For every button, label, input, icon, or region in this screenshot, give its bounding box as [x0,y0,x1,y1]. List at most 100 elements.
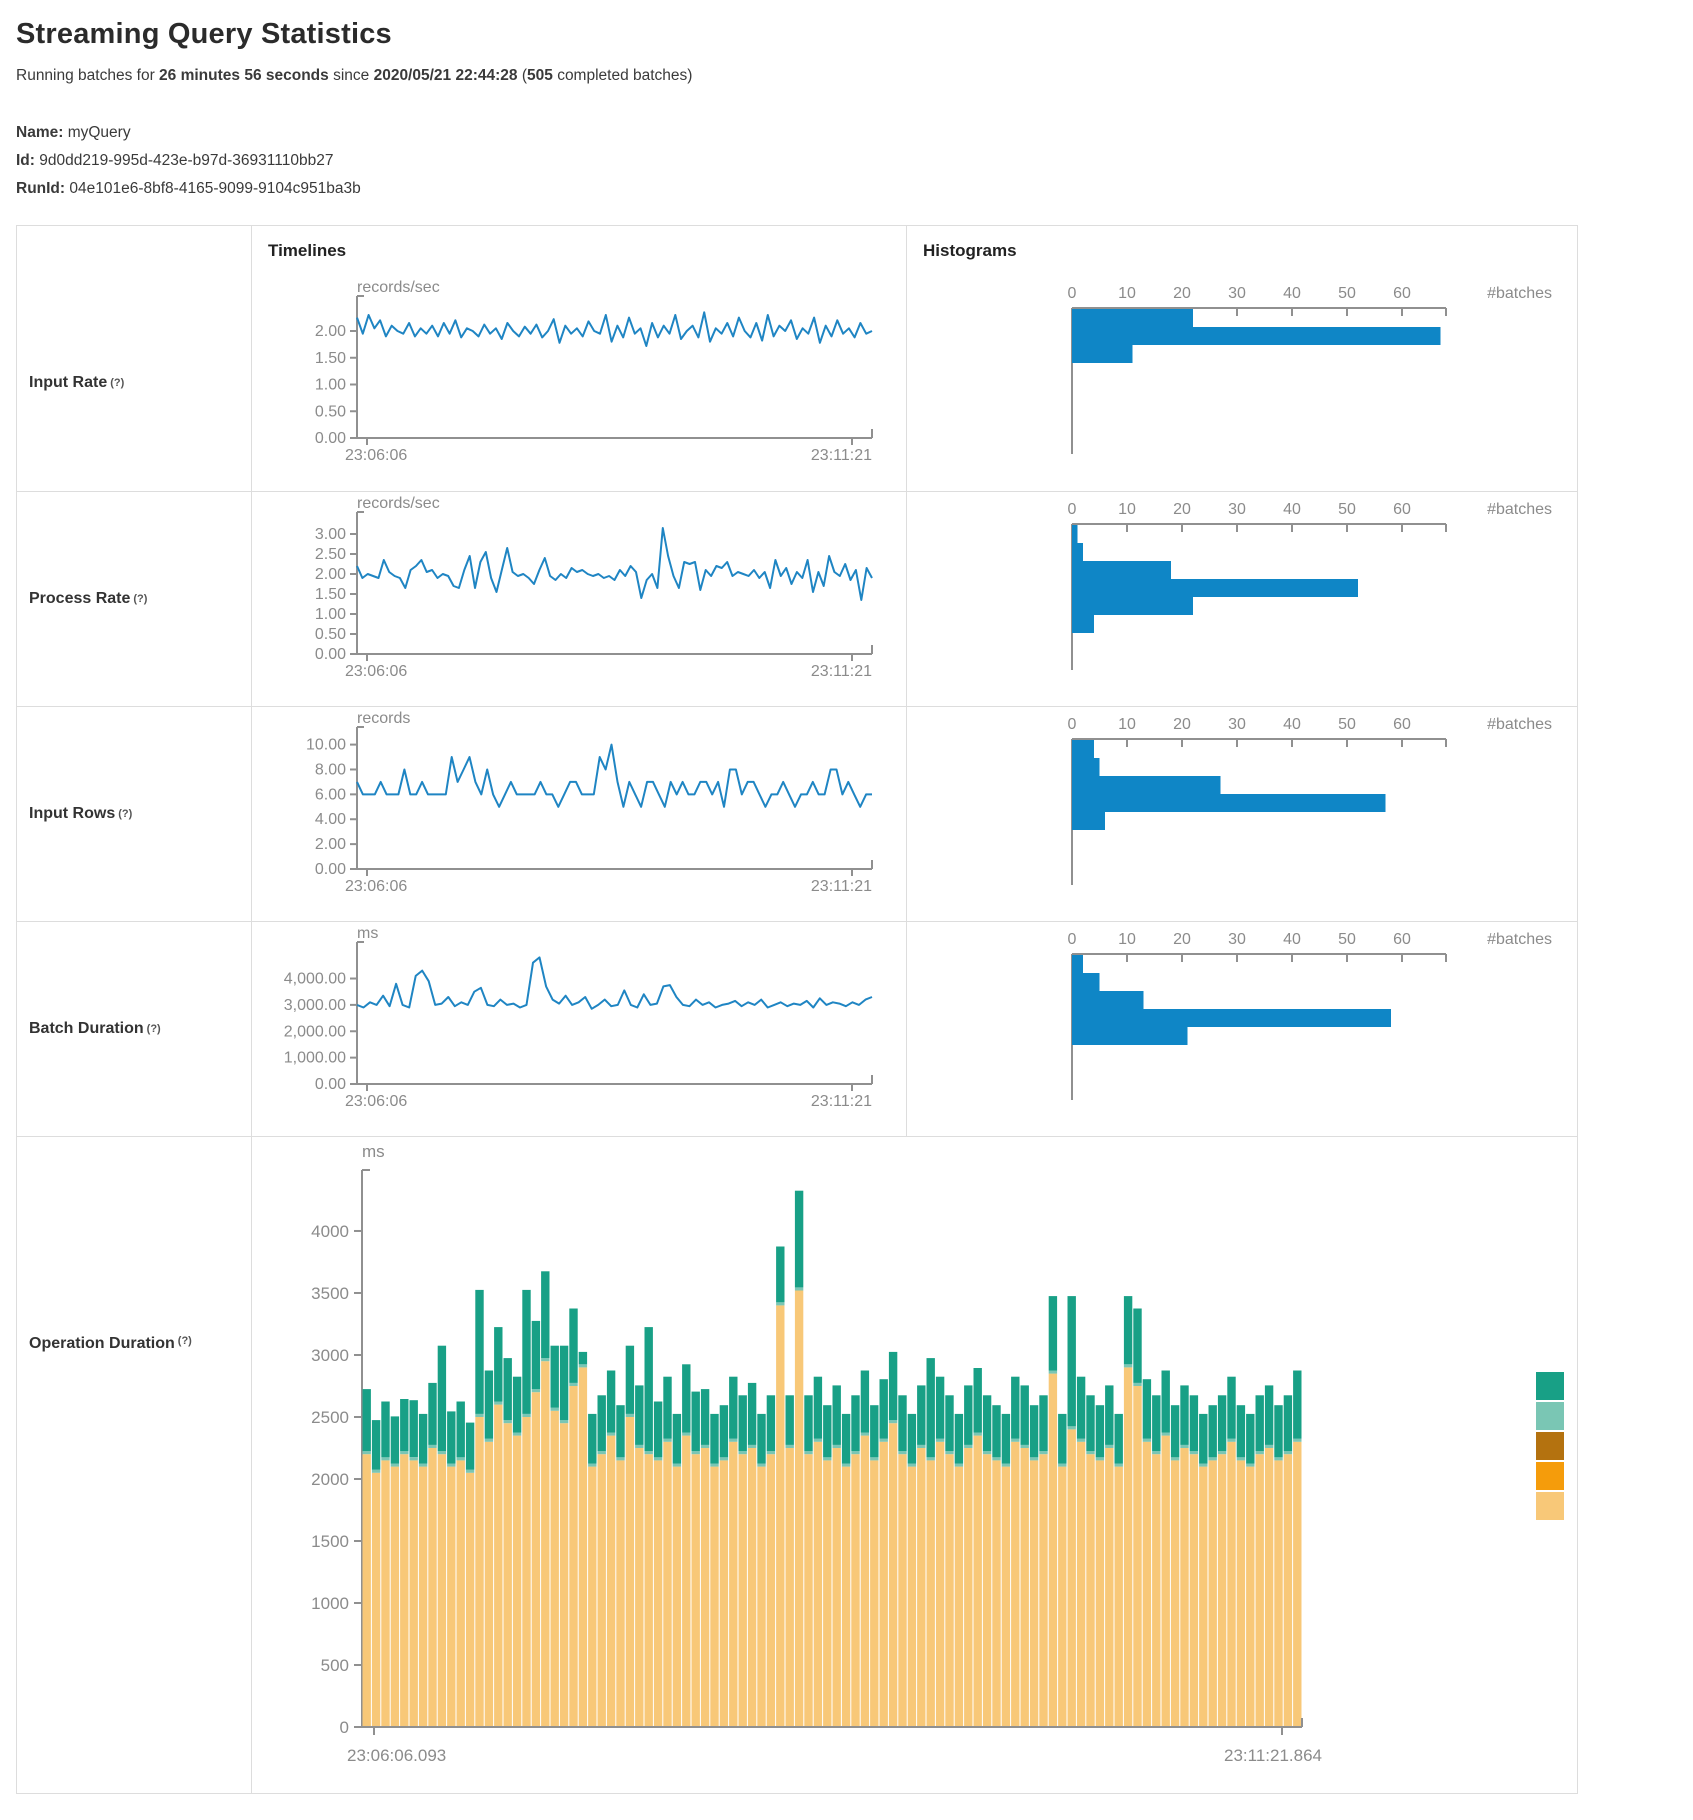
svg-text:20: 20 [1173,931,1191,948]
svg-text:23:11:21: 23:11:21 [811,447,872,464]
svg-text:50: 50 [1338,716,1356,733]
svg-text:60: 60 [1393,716,1411,733]
running-prefix: Running batches for [16,67,155,84]
svg-text:10.00: 10.00 [306,736,346,753]
svg-text:23:06:06: 23:06:06 [345,1093,407,1110]
svg-text:40: 40 [1283,716,1301,733]
svg-text:23:06:06: 23:06:06 [345,663,407,680]
legend-swatch-orange [1536,1462,1564,1490]
table-row: Input Rate(?)records/sec0.000.501.001.50… [17,276,1577,491]
streaming-statistics-page: Streaming Query Statistics Running batch… [0,0,1693,1820]
timeline-chart: ms0.001,000.002,000.003,000.004,000.0023… [251,921,906,1136]
svg-text:1500: 1500 [311,1532,349,1551]
svg-text:23:11:21: 23:11:21 [811,878,872,895]
svg-text:1,000.00: 1,000.00 [284,1049,346,1066]
table-row: Process Rate(?) records/sec 0.00 0.50 1.00 1.… [17,491,1577,706]
svg-text:2.50: 2.50 [315,546,346,563]
svg-text:0: 0 [340,1718,349,1737]
row-label-cell: Batch Duration(?) [17,921,251,1136]
running-duration: 26 minutes 56 seconds [159,67,329,84]
operation-duration-chart: ms0500100015002000250030003500400023:06:… [251,1136,1577,1793]
row-label-cell: Input Rows(?) [17,706,251,921]
svg-text:50: 50 [1338,285,1356,302]
svg-text:20: 20 [1173,716,1191,733]
svg-text:3.00: 3.00 [315,526,346,543]
svg-text:0.00: 0.00 [315,646,346,663]
svg-text:1.50: 1.50 [315,586,346,603]
histogram-chart: 0102030405060#batches [906,921,1577,1136]
svg-text:1000: 1000 [311,1594,349,1613]
column-header-histograms: Histograms [906,226,1577,276]
svg-text:records/sec: records/sec [357,495,440,512]
svg-text:50: 50 [1338,931,1356,948]
svg-text:0.00: 0.00 [315,861,346,878]
since-word: since [333,67,369,84]
svg-text:4,000.00: 4,000.00 [284,970,346,987]
help-icon[interactable]: (?) [133,593,147,605]
query-name-label: Name: [16,124,63,141]
svg-text:8.00: 8.00 [315,761,346,778]
svg-text:50: 50 [1338,501,1356,518]
svg-text:#batches: #batches [1487,931,1552,948]
svg-text:1.00: 1.00 [315,376,346,393]
svg-text:0: 0 [1068,285,1077,302]
svg-text:60: 60 [1393,285,1411,302]
svg-text:23:06:06.093: 23:06:06.093 [347,1746,446,1765]
query-id-line: Id: 9d0dd219-995d-423e-b97d-36931110bb27 [16,147,1677,175]
svg-text:2,000.00: 2,000.00 [284,1023,346,1040]
table-row: Operation Duration(?)ms05001000150020002… [17,1136,1577,1793]
query-runid-value: 04e101e6-8bf8-4165-9099-9104c951ba3b [69,180,360,197]
batch-count: 505 [527,67,553,84]
svg-text:23:06:06: 23:06:06 [345,878,407,895]
svg-text:#batches: #batches [1487,501,1552,518]
row-label-cell: Process Rate(?) [17,491,251,706]
svg-text:0.50: 0.50 [315,626,346,643]
svg-text:0.00: 0.00 [315,430,346,447]
svg-text:40: 40 [1283,285,1301,302]
help-icon[interactable]: (?) [118,808,132,820]
svg-text:2500: 2500 [311,1408,349,1427]
svg-text:40: 40 [1283,501,1301,518]
completed-suffix: completed batches) [557,67,692,84]
legend-swatch-light_teal [1536,1402,1564,1430]
row-label-cell: Operation Duration(?) [17,1136,251,1793]
svg-text:records: records [357,710,410,727]
svg-text:30: 30 [1228,501,1246,518]
table-header-row: Timelines Histograms [17,226,1577,276]
svg-text:2.00: 2.00 [315,566,346,583]
svg-text:1.50: 1.50 [315,349,346,366]
query-name-line: Name: myQuery [16,119,1677,147]
help-icon[interactable]: (?) [110,377,124,389]
table-row: Input Rows(?)records0.002.004.006.008.00… [17,706,1577,921]
help-icon[interactable]: (?) [147,1023,161,1035]
svg-text:4.00: 4.00 [315,811,346,828]
svg-text:#batches: #batches [1487,716,1552,733]
query-runid-label: RunId: [16,180,65,197]
svg-text:1.00: 1.00 [315,606,346,623]
svg-text:6.00: 6.00 [315,786,346,803]
svg-text:2.00: 2.00 [315,323,346,340]
svg-text:ms: ms [357,925,378,942]
help-icon[interactable]: (?) [178,1335,192,1347]
timeline-chart: records0.002.004.006.008.0010.0023:06:06… [251,706,906,921]
svg-text:500: 500 [321,1656,349,1675]
table-body: Input Rate(?)records/sec0.000.501.001.50… [17,276,1577,1793]
running-summary: Running batches for 26 minutes 56 second… [16,67,1677,85]
row-label: Input Rows [29,805,115,823]
histogram-chart: 0102030405060#batches [906,491,1577,706]
query-id-label: Id: [16,152,35,169]
histogram-chart: 0102030405060#batches [906,706,1577,921]
column-header-timelines: Timelines [251,226,906,276]
svg-text:60: 60 [1393,931,1411,948]
query-id-value: 9d0dd219-995d-423e-b97d-36931110bb27 [39,152,333,169]
svg-text:10: 10 [1118,501,1136,518]
svg-text:0.50: 0.50 [315,403,346,420]
svg-text:30: 30 [1228,931,1246,948]
svg-text:ms: ms [362,1142,385,1161]
page-title: Streaming Query Statistics [16,18,1677,51]
svg-text:4000: 4000 [311,1222,349,1241]
query-name-value: myQuery [68,124,131,141]
svg-text:23:11:21.864: 23:11:21.864 [1224,1746,1322,1765]
row-label: Operation Duration [29,1335,175,1353]
row-label: Process Rate [29,590,130,608]
